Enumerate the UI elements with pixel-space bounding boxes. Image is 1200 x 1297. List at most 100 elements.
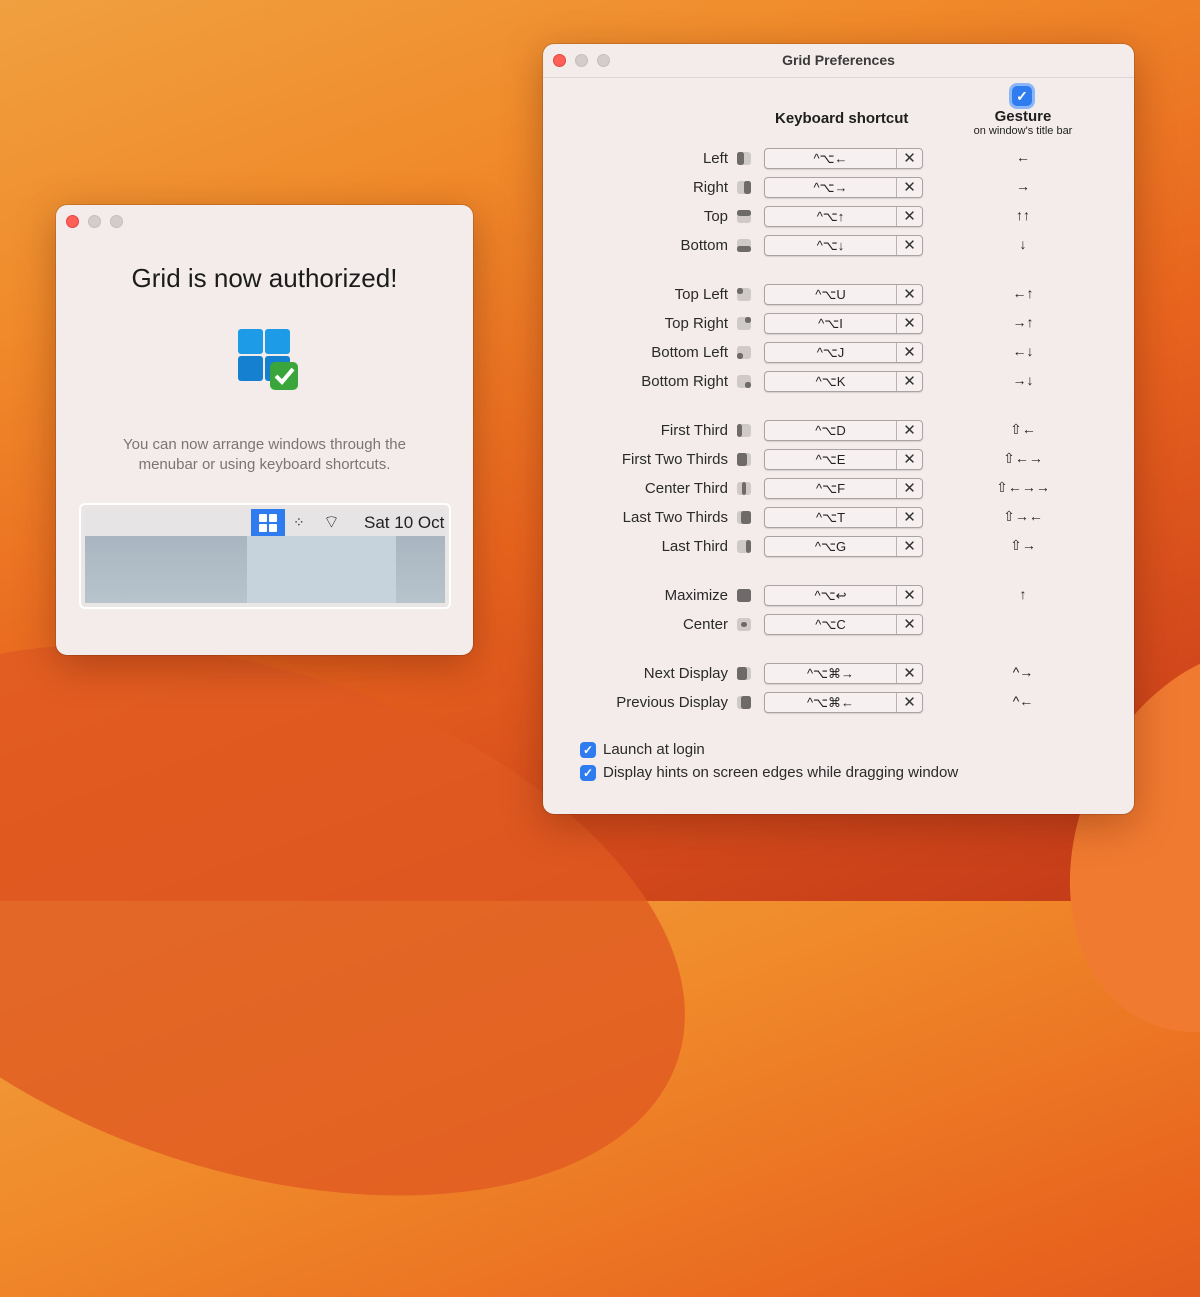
action-label: Top Right — [664, 315, 728, 332]
shortcut-row-first-two-thirds: First Two Thirds ^⌥E ✕ ⇧←→ — [543, 449, 1134, 471]
action-label: Top Left — [674, 286, 728, 303]
shortcut-recorder[interactable]: ^⌥⌘→ ✕ — [764, 663, 923, 684]
shortcut-value[interactable]: ^⌥T — [765, 508, 897, 527]
gesture-value: ⇧← — [1010, 421, 1036, 437]
clear-shortcut-button[interactable]: ✕ — [897, 236, 922, 255]
gesture-value: ⇧←→ — [1003, 450, 1043, 466]
action-label: Left — [702, 150, 728, 167]
shortcut-recorder[interactable]: ^⌥↩ ✕ — [764, 585, 923, 606]
auth-title: Grid is now authorized! — [131, 263, 398, 293]
shortcut-recorder[interactable]: ^⌥↑ ✕ — [764, 206, 923, 227]
shortcut-value[interactable]: ^⌥I — [765, 314, 897, 333]
clear-shortcut-button[interactable]: ✕ — [897, 372, 922, 391]
shortcut-row-last-third: Last Third ^⌥G ✕ ⇧→ — [543, 536, 1134, 558]
action-label: Top — [703, 208, 728, 225]
shortcut-recorder[interactable]: ^⌥D ✕ — [764, 420, 923, 441]
zoom-button[interactable] — [110, 215, 123, 228]
clear-shortcut-button[interactable]: ✕ — [897, 664, 922, 683]
shortcut-value[interactable]: ^⌥K — [765, 372, 897, 391]
shortcut-row-left-half: Left ^⌥← ✕ ← — [543, 148, 1134, 170]
gesture-value: ⇧→← — [1003, 508, 1043, 524]
gesture-value: ↑↑ — [1016, 207, 1030, 223]
clear-shortcut-button[interactable]: ✕ — [897, 314, 922, 333]
clear-shortcut-button[interactable]: ✕ — [897, 537, 922, 556]
preview-menubar: ⁘ ⌔ Sat 10 Oct — [85, 509, 445, 536]
checkbox-icon[interactable]: ✓ — [580, 741, 596, 758]
shortcut-recorder[interactable]: ^⌥⌘← ✕ — [764, 692, 923, 713]
shortcut-value[interactable]: ^⌥C — [765, 615, 897, 634]
shortcut-row-previous-display: Previous Display ^⌥⌘← ✕ ^← — [543, 692, 1134, 714]
shortcut-value[interactable]: ^⌥F — [765, 479, 897, 498]
preferences-window: Grid Preferences Keyboard shortcut ✓ Ges… — [543, 44, 1134, 814]
menubar-date: Sat 10 Oct — [364, 513, 445, 532]
last-two-thirds-icon — [737, 511, 751, 524]
clear-shortcut-button[interactable]: ✕ — [897, 343, 922, 362]
gesture-value: →↑ — [1012, 314, 1034, 330]
wifi-icon: ⌔ — [323, 512, 340, 532]
shortcut-value[interactable]: ^⌥G — [765, 537, 897, 556]
clear-shortcut-button[interactable]: ✕ — [897, 508, 922, 527]
shortcut-value[interactable]: ^⌥↓ — [765, 236, 897, 255]
gesture-value: ←↓ — [1012, 343, 1034, 359]
next-display-icon — [737, 667, 751, 680]
minimize-button[interactable] — [88, 215, 101, 228]
shortcut-value[interactable]: ^⌥↩ — [765, 586, 897, 605]
shortcut-recorder[interactable]: ^⌥C ✕ — [764, 614, 923, 635]
clear-shortcut-button[interactable]: ✕ — [897, 479, 922, 498]
action-label: First Third — [660, 422, 728, 439]
description-line: You can now arrange windows through the — [123, 436, 406, 453]
shortcut-value[interactable]: ^⌥↑ — [765, 207, 897, 226]
gesture-value: ← — [1016, 149, 1030, 165]
clear-shortcut-button[interactable]: ✕ — [897, 421, 922, 440]
gesture-value: ⇧→ — [1010, 537, 1036, 553]
menubar-preview: ⁘ ⌔ Sat 10 Oct — [79, 503, 451, 609]
titlebar-divider — [543, 77, 1134, 78]
shortcut-recorder[interactable]: ^⌥T ✕ — [764, 507, 923, 528]
shortcut-value[interactable]: ^⌥→ — [765, 178, 897, 197]
display-hints-checkbox[interactable]: ✓ Display hints on screen edges while dr… — [580, 764, 958, 781]
clear-shortcut-button[interactable]: ✕ — [897, 178, 922, 197]
shortcut-recorder[interactable]: ^⌥F ✕ — [764, 478, 923, 499]
clear-shortcut-button[interactable]: ✕ — [897, 450, 922, 469]
shortcut-row-right-half: Right ^⌥→ ✕ → — [543, 177, 1134, 199]
center-third-icon — [737, 482, 751, 495]
clear-shortcut-button[interactable]: ✕ — [897, 207, 922, 226]
clear-shortcut-button[interactable]: ✕ — [897, 285, 922, 304]
action-label: Previous Display — [616, 694, 728, 711]
action-label: Next Display — [643, 665, 728, 682]
launch-at-login-checkbox[interactable]: ✓ Launch at login — [580, 741, 705, 758]
shortcut-recorder[interactable]: ^⌥I ✕ — [764, 313, 923, 334]
shortcut-value[interactable]: ^⌥D — [765, 421, 897, 440]
clear-shortcut-button[interactable]: ✕ — [897, 615, 922, 634]
clear-shortcut-button[interactable]: ✕ — [897, 149, 922, 168]
action-label: Last Third — [661, 538, 728, 555]
shortcut-recorder[interactable]: ^⌥→ ✕ — [764, 177, 923, 198]
checkbox-icon[interactable]: ✓ — [580, 764, 596, 781]
shortcut-recorder[interactable]: ^⌥J ✕ — [764, 342, 923, 363]
shortcut-recorder[interactable]: ^⌥G ✕ — [764, 536, 923, 557]
gesture-checkbox[interactable]: ✓ — [1012, 86, 1032, 106]
left-half-icon — [737, 152, 751, 165]
shortcut-recorder[interactable]: ^⌥K ✕ — [764, 371, 923, 392]
clear-shortcut-button[interactable]: ✕ — [897, 693, 922, 712]
shortcut-recorder[interactable]: ^⌥↓ ✕ — [764, 235, 923, 256]
shortcut-value[interactable]: ^⌥J — [765, 343, 897, 362]
gesture-header: Gesture — [994, 108, 1052, 125]
shortcut-recorder[interactable]: ^⌥E ✕ — [764, 449, 923, 470]
clear-shortcut-button[interactable]: ✕ — [897, 586, 922, 605]
shortcut-recorder[interactable]: ^⌥U ✕ — [764, 284, 923, 305]
close-button[interactable] — [66, 215, 79, 228]
gesture-value: ^← — [1012, 693, 1034, 709]
shortcut-row-center: Center ^⌥C ✕ — [543, 614, 1134, 636]
shortcut-recorder[interactable]: ^⌥← ✕ — [764, 148, 923, 169]
shortcut-value[interactable]: ^⌥⌘← — [765, 693, 897, 712]
shortcut-value[interactable]: ^⌥E — [765, 450, 897, 469]
shortcut-value[interactable]: ^⌥← — [765, 149, 897, 168]
top-half-icon — [737, 210, 751, 223]
maximize-icon — [737, 589, 751, 602]
gesture-value: ↓ — [1019, 236, 1027, 252]
shortcut-value[interactable]: ^⌥U — [765, 285, 897, 304]
top-right-icon — [737, 317, 751, 330]
shortcut-row-top-right: Top Right ^⌥I ✕ →↑ — [543, 313, 1134, 335]
shortcut-value[interactable]: ^⌥⌘→ — [765, 664, 897, 683]
